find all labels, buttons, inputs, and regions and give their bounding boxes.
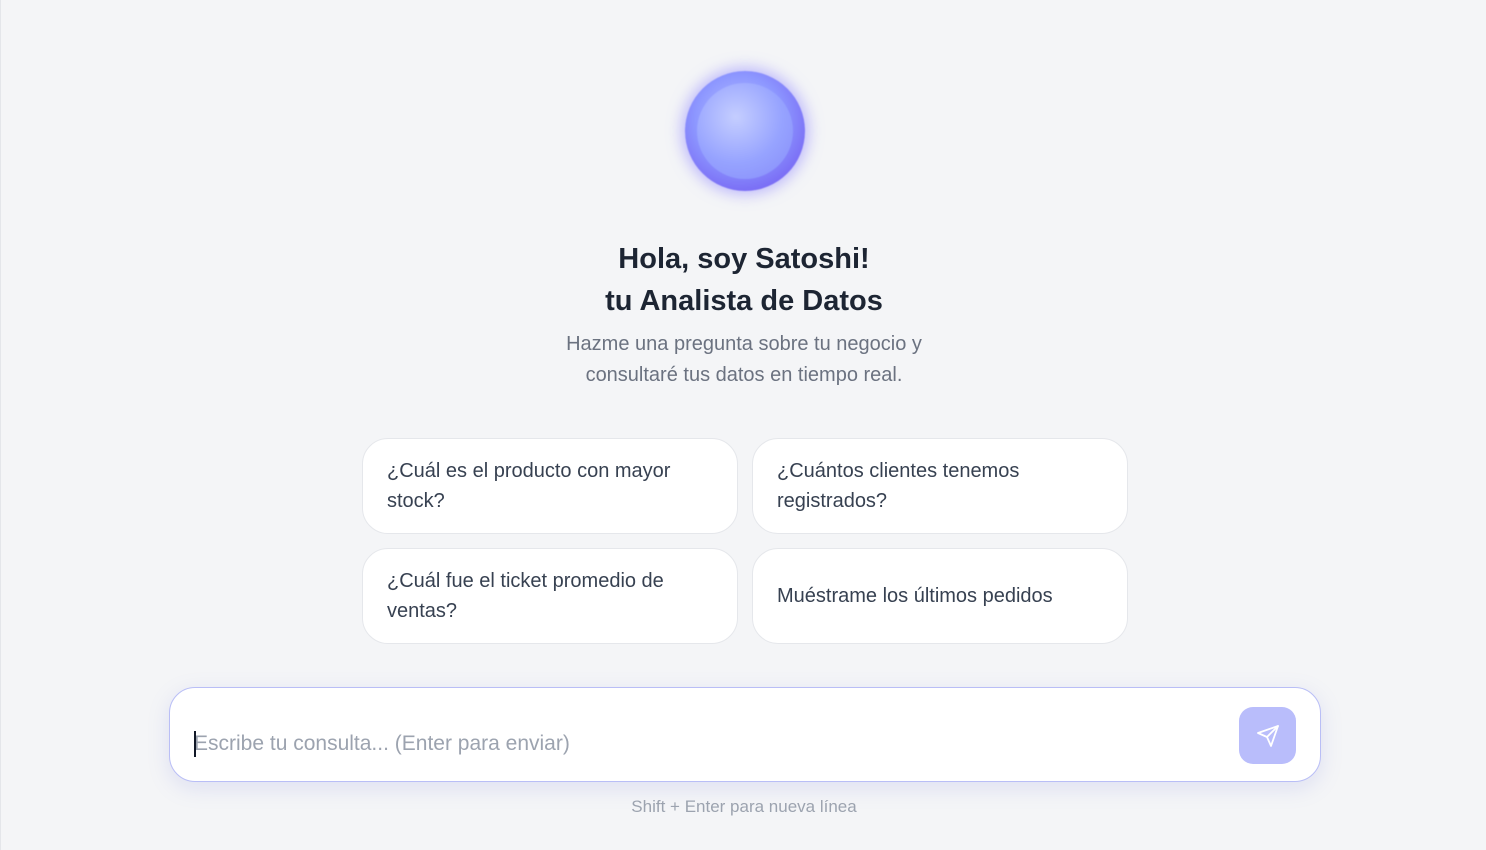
suggestion-card-average-ticket[interactable]: ¿Cuál fue el ticket promedio de ventas? [362, 548, 738, 644]
chat-composer [169, 687, 1321, 782]
suggestion-card-label: ¿Cuál es el producto con mayor stock? [387, 460, 671, 512]
suggestion-card-label: ¿Cuál fue el ticket promedio de ventas? [387, 570, 664, 622]
text-caret [194, 731, 196, 757]
welcome-subtitle-line-1: Hazme una pregunta sobre tu negocio y [566, 333, 922, 355]
chat-welcome-page: Hola, soy Satoshi! tu Analista de Datos … [0, 0, 1486, 850]
welcome-title-line-2: tu Analista de Datos [605, 285, 883, 317]
orb-highlight [697, 83, 793, 179]
suggestion-card-registered-customers[interactable]: ¿Cuántos clientes tenemos registrados? [752, 438, 1128, 534]
welcome-subtitle-line-2: consultaré tus datos en tiempo real. [585, 364, 903, 386]
newline-hint: Shift + Enter para nueva línea [631, 797, 857, 816]
welcome-subtitle: Hazme una pregunta sobre tu negocio y co… [1, 329, 1486, 391]
send-button[interactable] [1239, 707, 1296, 764]
assistant-orb-icon [685, 71, 805, 191]
suggestion-card-top-stock-product[interactable]: ¿Cuál es el producto con mayor stock? [362, 438, 738, 534]
welcome-title-line-1: Hola, soy Satoshi! [618, 243, 870, 275]
suggestion-card-label: Muéstrame los últimos pedidos [777, 585, 1053, 607]
suggestion-card-latest-orders[interactable]: Muéstrame los últimos pedidos [752, 548, 1128, 644]
suggestion-card-label: ¿Cuántos clientes tenemos registrados? [777, 460, 1020, 512]
send-icon [1256, 724, 1279, 747]
chat-query-input[interactable] [194, 726, 1194, 762]
welcome-title: Hola, soy Satoshi! tu Analista de Datos [1, 238, 1486, 322]
